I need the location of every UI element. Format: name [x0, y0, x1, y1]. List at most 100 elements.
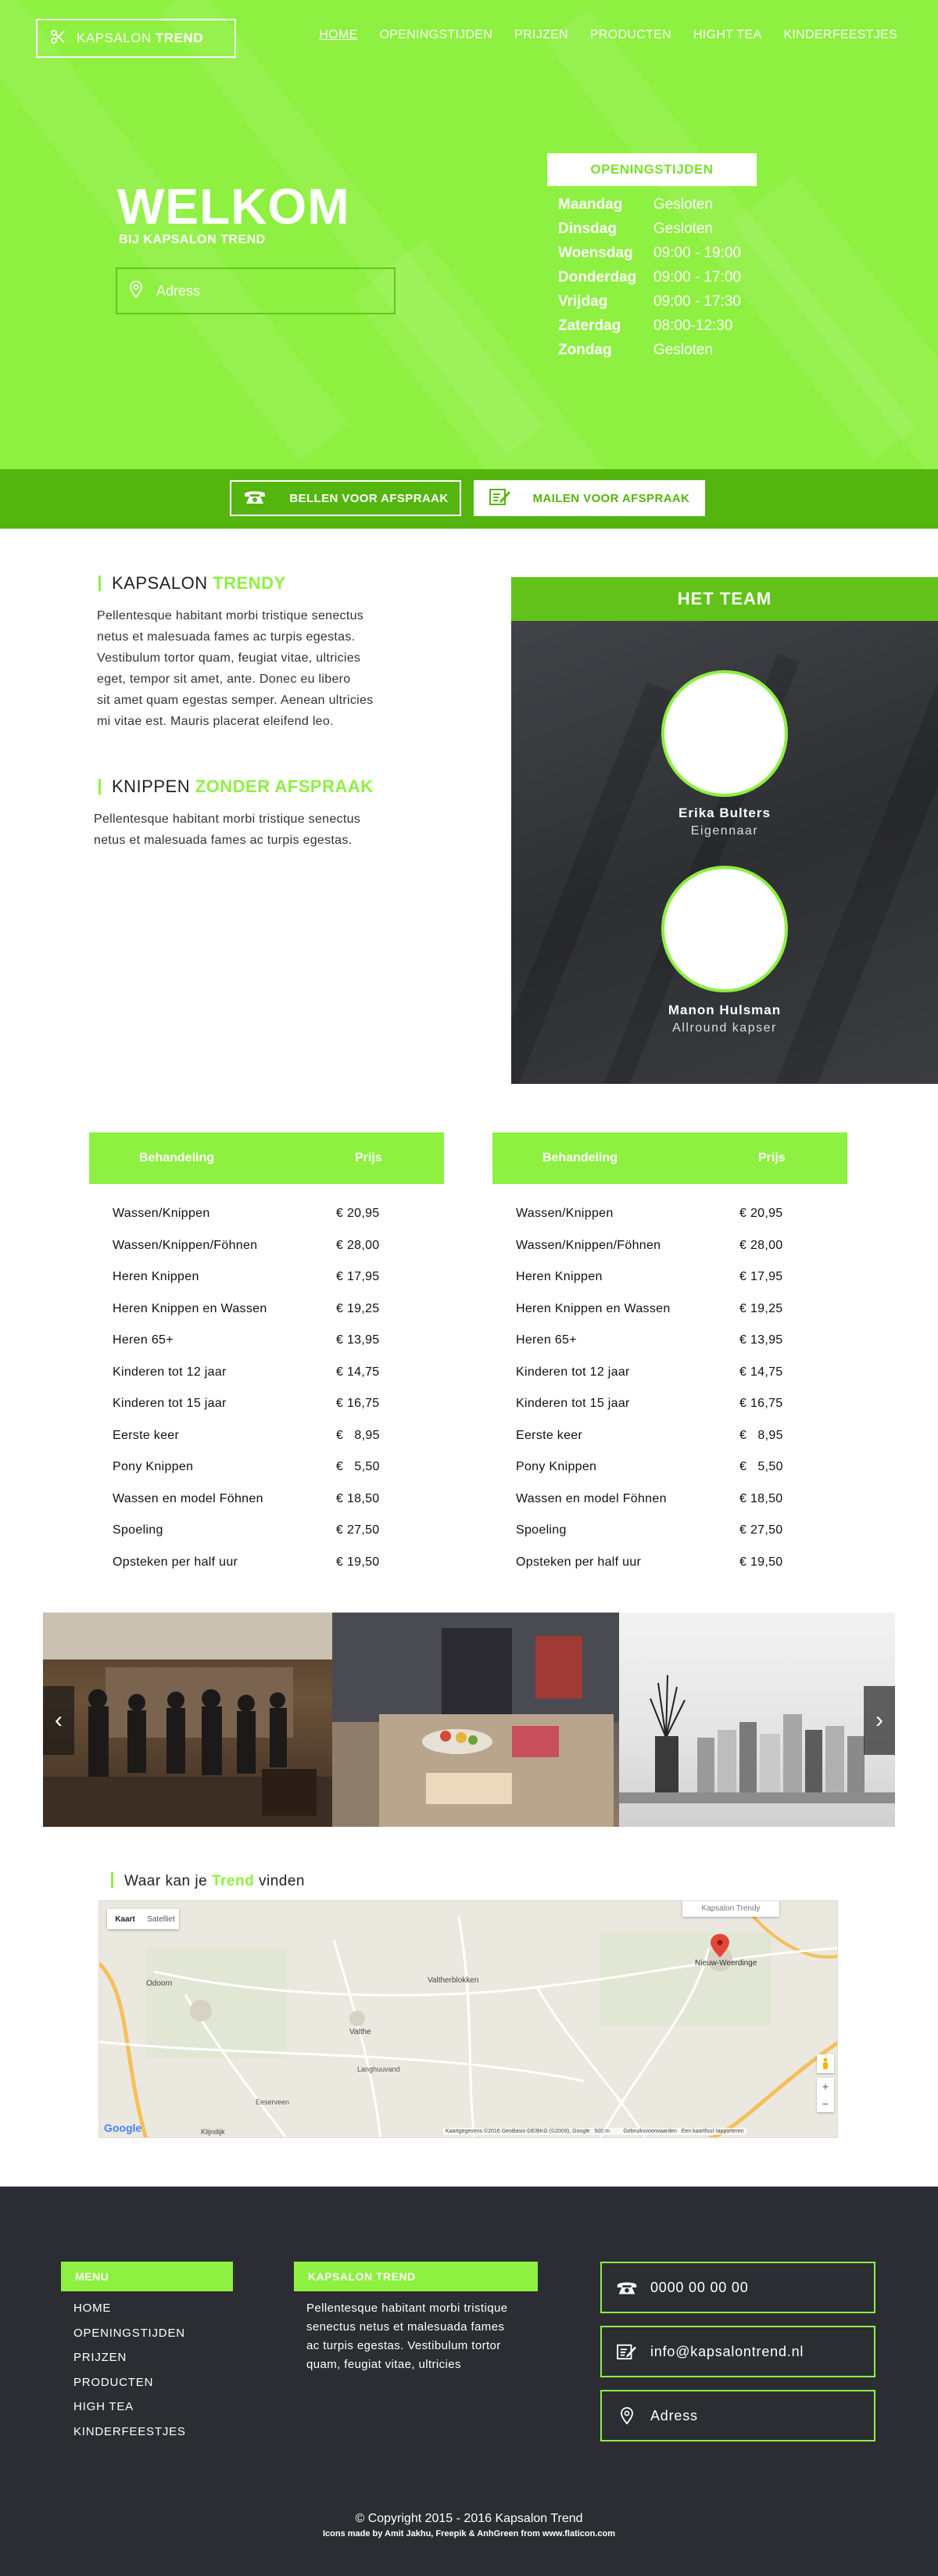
treatment-price: € 20,95 [336, 1207, 380, 1221]
copyright: © Copyright 2015 - 2016 Kapsalon Trend [355, 2512, 583, 2525]
map-title-highlight: Trend [211, 1873, 255, 1889]
table-row: Heren Knippen en Wassen € 19,25 [89, 1293, 444, 1326]
footer-phone-number: 0000 00 00 00 [650, 2279, 749, 2295]
treatment-price: € 27,50 [336, 1523, 380, 1537]
hours-day: Vrijdag [558, 292, 608, 310]
map-place-label: Klijndijk [201, 2128, 225, 2136]
map-info-window[interactable]: Kapsalon Trendy [682, 1901, 779, 1917]
google-map[interactable]: Kaart Satelliet Kapsalon Trendy Odoorn V… [98, 1900, 838, 2138]
logo-text: KAPSALON [77, 30, 152, 45]
footer-email[interactable]: info@kapsalontrend.nl [600, 2326, 875, 2377]
walkin-title-text: KNIPPEN [112, 777, 191, 796]
hours-row: Donderdag 09:00 - 17:00 [558, 265, 741, 289]
table-row: Spoeling € 27,50 [89, 1515, 444, 1547]
treatment-price: € 14,75 [336, 1365, 380, 1379]
team-member-role: Eigennaar [690, 824, 759, 838]
about-line: mi vitae est. Mauris placerat eleifend l… [97, 715, 334, 728]
hours-time: 09:00 - 19:00 [653, 244, 741, 261]
treatment-name: Wassen/Knippen [516, 1207, 614, 1221]
hours-time: Gesloten [653, 220, 714, 237]
table-row: Kinderen tot 12 jaar € 14,75 [492, 1357, 847, 1389]
nav-producten[interactable]: PRODUCTEN [590, 28, 671, 42]
gallery-prev-button[interactable]: ‹ [43, 1686, 74, 1755]
gallery-photo-high-tea[interactable] [332, 1613, 619, 1827]
footer-about: KAPSALON TREND Pellentesque habitant mor… [294, 2262, 538, 2374]
photo-gallery [43, 1613, 895, 1827]
footer-address[interactable]: Adress [600, 2390, 875, 2441]
map-pin-label: Kapsalon Trendy [701, 1903, 761, 1913]
footer-about-line: senectus netus et malesuada fames [306, 2320, 505, 2334]
hero-address-box[interactable]: Adress [116, 267, 396, 314]
footer-phone[interactable]: 0000 00 00 00 [600, 2262, 875, 2313]
call-appointment-label: BELLEN VOOR AFSPRAAK [289, 491, 449, 505]
table-row: Pony Knippen € 5,50 [89, 1451, 444, 1484]
treatment-name: Wassen/Knippen [113, 1207, 210, 1221]
table-row: Heren Knippen € 17,95 [89, 1261, 444, 1293]
map-place-label: Nieuw-Weerdinge [695, 1959, 757, 1968]
zoom-out-icon[interactable]: − [817, 2095, 834, 2112]
nav-prijzen[interactable]: PRIJZEN [514, 28, 568, 42]
icon-credits: Icons made by Amit Jakhu, Freepik & AnhG… [322, 2529, 616, 2538]
table-row: Wassen en model Föhnen € 18,50 [492, 1484, 847, 1516]
phone-icon [242, 488, 267, 508]
footer-link-high-tea[interactable]: HIGH TEA [73, 2395, 233, 2420]
map-tab-map[interactable]: Kaart [107, 1909, 143, 1929]
map-title-text: Waar kan je [124, 1873, 208, 1889]
treatment-name: Wassen/Knippen/Föhnen [113, 1238, 258, 1252]
treatment-name: Eerste keer [516, 1428, 583, 1442]
nav-kinderfeestjes[interactable]: KINDERFEESTJES [783, 28, 897, 42]
treatment-price: € 13,95 [739, 1333, 783, 1347]
nav-home[interactable]: HOME [319, 28, 357, 42]
footer-link-kinderfeestjes[interactable]: KINDERFEESTJES [73, 2420, 233, 2445]
footer-link-producten[interactable]: PRODUCTEN [73, 2370, 233, 2395]
map-place-label: Odoorn [146, 1979, 173, 1988]
call-appointment-button[interactable]: BELLEN VOOR AFSPRAAK [230, 480, 461, 516]
edit-mail-icon [489, 487, 511, 509]
location-pin-icon [611, 2407, 643, 2424]
about-title-text: KAPSALON [112, 573, 208, 593]
street-view-icon[interactable] [817, 2054, 834, 2073]
treatment-name: Wassen/Knippen/Föhnen [516, 1238, 661, 1252]
hours-row: Vrijdag 09:00 - 17:30 [558, 289, 741, 314]
phone-icon [611, 2279, 643, 2296]
table-row: Wassen/Knippen € 20,95 [492, 1198, 847, 1230]
treatment-price: € 19,25 [739, 1301, 783, 1315]
treatment-name: Wassen en model Föhnen [516, 1491, 667, 1505]
footer-about-line: quam, feugiat vitae, ultricies [306, 2358, 461, 2371]
treatment-price: € 19,50 [739, 1555, 783, 1569]
gallery-next-button[interactable]: › [864, 1686, 895, 1755]
team-title: HET TEAM [511, 577, 938, 621]
col-treatment: Behandeling [139, 1151, 215, 1164]
location-pin-icon [130, 280, 142, 302]
nav-hight-tea[interactable]: HIGHT TEA [693, 28, 761, 42]
footer-link-home[interactable]: HOME [73, 2296, 233, 2321]
treatment-price: € 5,50 [739, 1460, 783, 1474]
table-row: Heren Knippen € 17,95 [492, 1261, 847, 1293]
footer-menu: MENU HOME OPENINGSTIJDEN PRIJZEN PRODUCT… [61, 2262, 233, 2444]
footer-link-prijzen[interactable]: PRIJZEN [73, 2345, 233, 2370]
mail-appointment-button[interactable]: MAILEN VOOR AFSPRAAK [474, 480, 705, 516]
price-table-header: Behandeling Prijs [492, 1132, 847, 1184]
hero-title: WELKOM [117, 178, 350, 235]
gallery-photo-salon-crowd[interactable] [43, 1613, 332, 1827]
hours-day: Woensdag [558, 244, 633, 261]
page: KAPSALON TREND HOME OPENINGSTIJDEN PRIJZ… [0, 0, 938, 2576]
map-canvas [99, 1901, 837, 2137]
map-place-label: Valthe [349, 2028, 371, 2036]
treatment-price: € 17,95 [739, 1270, 783, 1284]
treatment-price: € 28,00 [336, 1238, 380, 1252]
nav-openingstijden[interactable]: OPENINGSTIJDEN [379, 28, 492, 42]
footer-link-openingstijden[interactable]: OPENINGSTIJDEN [73, 2321, 233, 2346]
map-tab-satellite[interactable]: Satelliet [143, 1909, 179, 1929]
treatment-name: Pony Knippen [516, 1460, 597, 1474]
gallery-photo-products[interactable] [619, 1613, 895, 1827]
zoom-in-icon[interactable]: + [817, 2078, 834, 2095]
treatment-price: € 18,50 [739, 1491, 783, 1505]
footer-about-line: Pellentesque habitant morbi tristique [306, 2302, 508, 2315]
price-table-right: Behandeling Prijs Wassen/Knippen € 20,95 … [492, 1132, 847, 1578]
treatment-name: Opsteken per half uur [516, 1555, 642, 1569]
hero-subtitle: BIJ KAPSALON TREND [119, 233, 266, 246]
logo[interactable]: KAPSALON TREND [36, 19, 236, 58]
table-row: Eerste keer € 8,95 [89, 1420, 444, 1452]
title-accent-bar [98, 576, 101, 591]
